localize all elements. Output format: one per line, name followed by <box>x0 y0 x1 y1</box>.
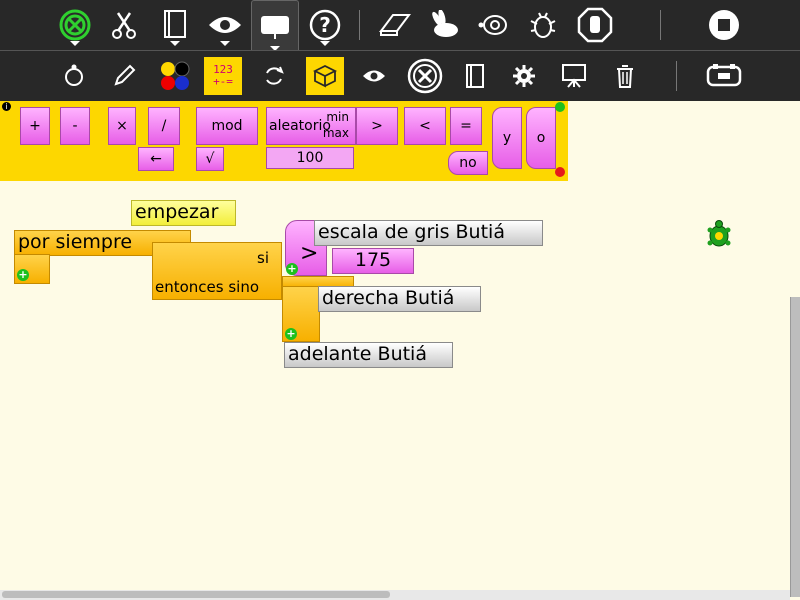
chevron-down-icon <box>220 41 230 46</box>
and-label: y <box>502 130 512 146</box>
minus-block[interactable]: - <box>60 107 90 145</box>
turtle-palette-icon[interactable] <box>53 55 95 97</box>
grayscale-block[interactable]: escala de gris Butiá <box>314 220 543 246</box>
flow-palette-icon[interactable] <box>253 55 295 97</box>
or-label: o <box>536 130 546 146</box>
stop-hand-icon[interactable] <box>574 4 616 46</box>
times-block[interactable]: × <box>108 107 136 145</box>
separator <box>676 61 677 91</box>
greater-block[interactable]: > <box>356 107 398 145</box>
less-block[interactable]: < <box>404 107 446 145</box>
sqrt-label: √ <box>205 151 215 167</box>
lt-label: < <box>419 118 431 134</box>
minus-label: - <box>72 118 78 134</box>
mod-block[interactable]: mod <box>196 107 258 145</box>
activity-icon[interactable] <box>54 4 96 46</box>
start-label: empezar <box>135 201 219 223</box>
greater-label: > <box>300 241 319 266</box>
settings-palette-icon[interactable] <box>503 55 545 97</box>
help-icon[interactable]: ? <box>304 4 346 46</box>
extras-palette-icon[interactable] <box>404 55 446 97</box>
view-icon[interactable] <box>204 4 246 46</box>
mod-label: mod <box>211 118 243 134</box>
stop-icon[interactable] <box>703 4 745 46</box>
horizontal-scrollbar[interactable] <box>2 591 390 598</box>
random-block[interactable]: aleatorio min max <box>266 107 356 145</box>
forward-label: adelante Butiá <box>288 343 427 365</box>
numbers-palette-icon[interactable]: 123 +-= <box>204 57 242 95</box>
right-block[interactable]: derecha Butiá <box>318 286 481 312</box>
separator <box>660 10 661 40</box>
forever-label: por siempre <box>18 231 133 253</box>
divide-label: / <box>161 118 167 134</box>
or-block[interactable]: o <box>526 107 556 169</box>
forward-block[interactable]: adelante Butiá <box>284 342 453 368</box>
else-label: entonces sino <box>155 278 260 296</box>
grayscale-label: escala de gris Butiá <box>318 221 505 243</box>
collapse-icon[interactable]: i <box>2 102 11 111</box>
if-label: si <box>257 249 269 267</box>
butia-palette-icon[interactable] <box>703 55 745 97</box>
canvas[interactable]: empezar por siempre + si entonces sino >… <box>0 182 790 590</box>
number-block[interactable]: 100 <box>266 147 354 169</box>
number-label: 100 <box>296 150 324 166</box>
sensors-palette-icon[interactable] <box>353 55 395 97</box>
plus-block[interactable]: + <box>20 107 50 145</box>
next-palette-icon[interactable] <box>555 102 565 112</box>
times-label: × <box>116 118 128 134</box>
expand-icon[interactable]: + <box>285 328 297 340</box>
sqrt-block[interactable]: √ <box>196 147 224 171</box>
eq-label: = <box>460 118 472 134</box>
divide-block[interactable]: / <box>148 107 180 145</box>
identity-label: ← <box>150 151 162 167</box>
pen-palette-icon[interactable] <box>103 55 145 97</box>
random-min-label: min <box>326 110 349 124</box>
start-block[interactable]: empezar <box>131 200 236 226</box>
colors-palette-icon[interactable] <box>154 55 196 97</box>
numbers-label-bottom: +-= <box>213 75 233 88</box>
rabbit-icon[interactable] <box>424 4 466 46</box>
number-label: 175 <box>354 249 392 271</box>
eraser-icon[interactable] <box>374 4 416 46</box>
not-block[interactable]: no <box>448 151 488 175</box>
plus-label: + <box>29 118 41 134</box>
chevron-down-icon <box>320 41 330 46</box>
main-toolbar: ? <box>0 0 800 51</box>
chevron-down-icon <box>70 41 80 46</box>
svg-text:?: ? <box>319 13 331 37</box>
ifelse-block[interactable]: si entonces sino <box>152 242 282 300</box>
expand-icon[interactable]: + <box>17 269 29 281</box>
vertical-scrollbar[interactable] <box>790 297 800 597</box>
random-max-label: max <box>322 126 349 140</box>
right-label: derecha Butiá <box>322 287 455 309</box>
separator <box>359 10 360 40</box>
turtle-icon[interactable] <box>474 4 516 46</box>
shrink-palette-icon[interactable] <box>555 167 565 177</box>
turtle-sprite[interactable] <box>707 220 731 250</box>
expand-icon[interactable]: + <box>286 263 298 275</box>
palette-toolbar: 123 +-= <box>0 50 800 101</box>
presentation-icon[interactable] <box>251 0 299 51</box>
chevron-down-icon <box>170 41 180 46</box>
cut-icon[interactable] <box>103 4 145 46</box>
portfolio-palette-icon[interactable] <box>454 55 496 97</box>
number-block[interactable]: 175 <box>332 248 414 274</box>
identity-block[interactable]: ← <box>138 147 174 171</box>
not-label: no <box>459 155 477 171</box>
presentation-palette-icon[interactable] <box>553 55 595 97</box>
trash-palette-icon[interactable] <box>604 55 646 97</box>
block-palette: i + - × / mod aleatorio min max > < = y … <box>0 101 568 181</box>
blocks-palette-icon[interactable] <box>306 57 344 95</box>
gt-label: > <box>371 118 383 134</box>
project-icon[interactable] <box>154 4 196 46</box>
and-block[interactable]: y <box>492 107 522 169</box>
random-label: aleatorio <box>269 118 331 134</box>
bug-icon[interactable] <box>522 4 564 46</box>
equal-block[interactable]: = <box>450 107 482 145</box>
